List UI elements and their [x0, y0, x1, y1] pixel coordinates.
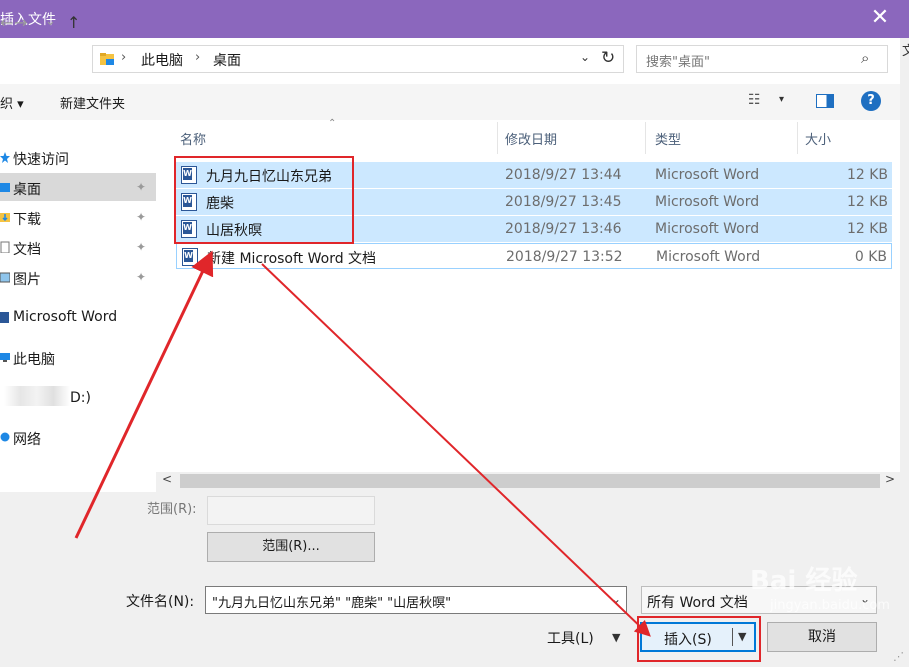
range-label: 范围(R):: [147, 502, 197, 517]
file-type: Microsoft Word: [655, 221, 760, 237]
file-type: Microsoft Word: [655, 167, 760, 183]
breadcrumb-separator: ›: [121, 50, 127, 65]
sidebar-item-label: 桌面: [13, 182, 41, 198]
column-divider[interactable]: [797, 122, 798, 154]
sidebar-item-drive-d[interactable]: D:): [0, 384, 156, 412]
file-size: 0 KB: [854, 249, 887, 265]
sidebar-item-documents[interactable]: 文档 ✦: [0, 233, 156, 261]
file-type-value[interactable]: 所有 Word 文档: [647, 592, 748, 612]
chevron-down-icon[interactable]: ⌄: [611, 592, 621, 606]
close-icon[interactable]: ✕: [862, 4, 898, 34]
scroll-left-icon[interactable]: <: [162, 472, 172, 486]
column-header-name[interactable]: 名称: [180, 129, 206, 148]
search-box[interactable]: 搜索"桌面" ⌕: [636, 45, 888, 73]
help-icon[interactable]: ?: [861, 91, 881, 111]
file-date: 2018/9/27 13:46: [505, 221, 622, 237]
column-header-size[interactable]: 大小: [805, 129, 831, 148]
column-divider[interactable]: [497, 122, 498, 154]
filename-label: 文件名(N):: [126, 594, 195, 610]
sidebar-item-label: 此电脑: [13, 352, 55, 368]
size-grip: ⋰: [893, 650, 904, 663]
annotation-box-selected-files: [174, 156, 354, 244]
sidebar-item-label: Microsoft Word: [13, 309, 118, 325]
star-icon: [0, 151, 10, 163]
watermark-url: jingyan.baidu.com: [770, 598, 890, 613]
tools-button[interactable]: 工具(L): [547, 628, 594, 648]
filename-field[interactable]: "九月九日忆山东兄弟" "鹿柴" "山居秋暝" ⌄: [205, 586, 627, 614]
address-bar[interactable]: › 此电脑 › 桌面 ⌄ ↻: [92, 45, 624, 73]
file-type: Microsoft Word: [656, 249, 761, 265]
sidebar-item-downloads[interactable]: 下载 ✦: [0, 203, 156, 231]
back-arrow-icon[interactable]: ←: [0, 13, 13, 32]
sidebar-item-this-pc[interactable]: 此电脑: [0, 343, 156, 371]
title-bar: [0, 0, 909, 38]
pin-icon: ✦: [136, 210, 147, 224]
annotation-box-insert-button: [637, 616, 761, 662]
view-dropdown-icon[interactable]: ▾: [779, 94, 784, 105]
column-header-type[interactable]: 类型: [655, 129, 681, 148]
preview-pane-icon[interactable]: [816, 94, 834, 108]
cancel-button[interactable]: 取消: [767, 622, 877, 652]
watermark-logo: Bai 经验: [750, 566, 858, 596]
pictures-icon: [0, 271, 11, 283]
file-type: Microsoft Word: [655, 194, 760, 210]
filename-value[interactable]: "九月九日忆山东兄弟" "鹿柴" "山居秋暝": [212, 592, 451, 611]
forward-arrow-icon[interactable]: →: [14, 13, 27, 32]
sidebar-item-label: 图片: [13, 272, 41, 288]
scrollbar-thumb[interactable]: [180, 474, 880, 488]
sidebar-item-label: 文档: [13, 242, 41, 258]
computer-icon: [0, 351, 10, 363]
file-name: 新建 Microsoft Word 文档: [207, 251, 377, 267]
folder-icon: [99, 51, 115, 67]
download-folder-icon: [0, 211, 10, 223]
chevron-down-icon[interactable]: ⌄: [580, 50, 590, 64]
sidebar-item-pictures[interactable]: 图片 ✦: [0, 263, 156, 291]
sidebar-item-label: 快速访问: [13, 152, 69, 168]
search-input[interactable]: 搜索"桌面": [646, 51, 710, 70]
sidebar-item-network[interactable]: 网络: [0, 423, 156, 451]
word-document-icon: W: [182, 248, 198, 266]
file-date: 2018/9/27 13:44: [505, 167, 622, 183]
sidebar-item-microsoft-word[interactable]: Microsoft Word: [0, 303, 156, 331]
up-arrow-icon[interactable]: ↑: [67, 13, 80, 32]
sidebar-item-desktop[interactable]: 桌面 ✦: [0, 173, 156, 201]
sidebar-item-label: D:): [70, 390, 91, 406]
search-icon[interactable]: ⌕: [861, 49, 869, 67]
network-icon: [0, 431, 10, 443]
sort-ascending-icon: ⌃: [328, 118, 337, 129]
pin-icon: ✦: [136, 270, 147, 284]
scroll-right-icon[interactable]: >: [885, 472, 895, 486]
file-size: 12 KB: [846, 167, 888, 183]
sidebar-item-label: 下载: [13, 212, 41, 228]
change-view-icon[interactable]: ☷: [748, 92, 761, 108]
refresh-icon[interactable]: ↻: [601, 48, 615, 68]
column-header-modified[interactable]: 修改日期: [505, 129, 557, 148]
breadcrumb-this-pc[interactable]: 此电脑: [141, 50, 183, 70]
file-date: 2018/9/27 13:45: [505, 194, 622, 210]
tools-dropdown-icon[interactable]: ▼: [612, 631, 620, 644]
column-divider[interactable]: [645, 122, 646, 154]
sidebar-item-quick-access[interactable]: 快速访问: [0, 143, 156, 171]
file-size: 12 KB: [846, 194, 888, 210]
command-bar: [0, 84, 900, 120]
breadcrumb-separator: ›: [195, 50, 201, 65]
pin-icon: ✦: [136, 180, 147, 194]
sidebar-item-label: 网络: [13, 432, 41, 448]
organize-button[interactable]: 织 ▾: [0, 93, 24, 112]
file-size: 12 KB: [846, 221, 888, 237]
file-row[interactable]: W 新建 Microsoft Word 文档 2018/9/27 13:52 M…: [176, 243, 892, 269]
word-icon: [0, 311, 10, 323]
range-button[interactable]: 范围(R)...: [207, 532, 375, 562]
range-field: [207, 496, 375, 525]
file-date: 2018/9/27 13:52: [506, 249, 623, 265]
background-window-text: 文: [902, 44, 909, 59]
documents-icon: [0, 241, 10, 254]
breadcrumb-desktop[interactable]: 桌面: [213, 50, 241, 70]
desktop-folder-icon: [0, 181, 10, 193]
pin-icon: ✦: [136, 240, 147, 254]
new-folder-button[interactable]: 新建文件夹: [60, 93, 125, 112]
recent-locations-chevron-icon[interactable]: ⌄: [45, 14, 56, 29]
